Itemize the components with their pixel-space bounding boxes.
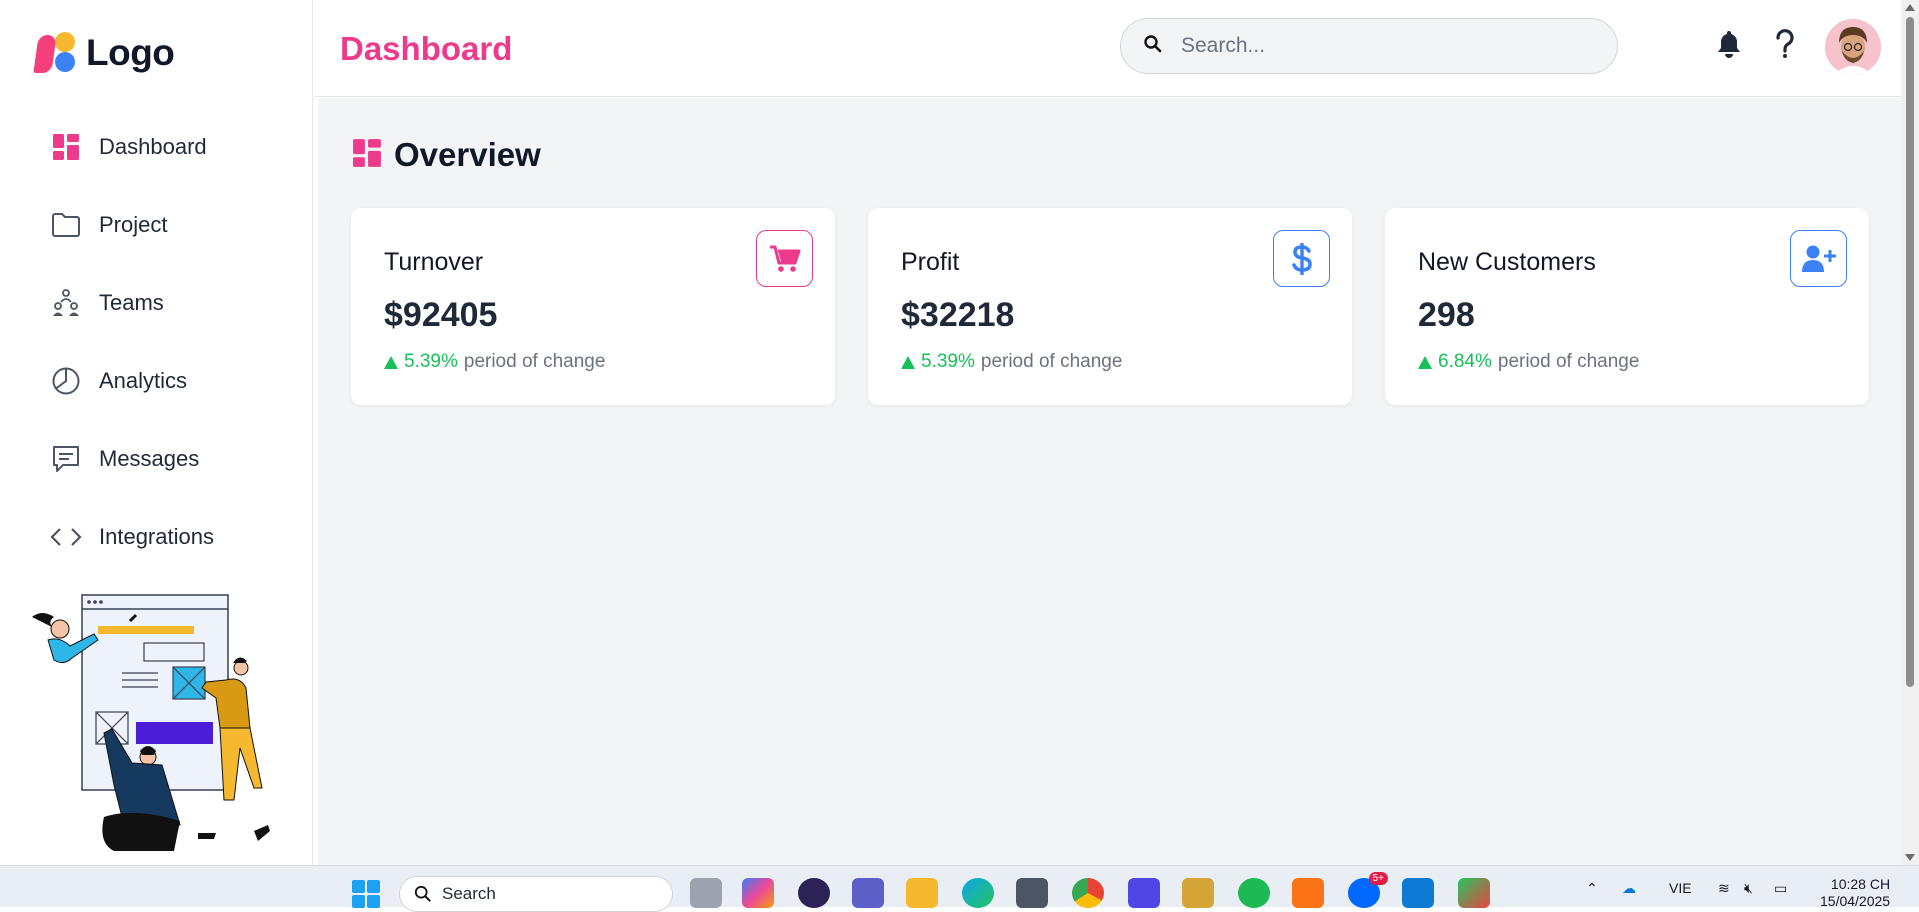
clock-time: 10:28 CH <box>1830 876 1891 892</box>
sidebar-item-teams[interactable]: Teams <box>0 264 312 342</box>
search-icon <box>414 885 431 902</box>
edge-icon[interactable] <box>962 878 994 908</box>
stats-cards: Turnover $92405 5.39% period of change P… <box>351 208 1869 405</box>
card-value: 298 <box>1418 296 1475 334</box>
zalo-badge: 5+ <box>1368 872 1388 885</box>
sidebar-item-dashboard[interactable]: Dashboard <box>0 108 312 186</box>
change-label: period of change <box>1497 351 1640 372</box>
language-indicator[interactable]: VIE <box>1669 880 1692 896</box>
sidebar-item-label: Integrations <box>99 524 214 549</box>
change-percent: 5.39% <box>384 351 458 373</box>
sidebar-item-integrations[interactable]: Integrations <box>0 498 312 576</box>
cloudflare-icon[interactable] <box>1292 878 1324 908</box>
sidebar-item-analytics[interactable]: Analytics <box>0 342 312 420</box>
teams-app-icon[interactable] <box>852 878 884 908</box>
message-icon <box>50 443 82 475</box>
copilot-icon[interactable] <box>742 878 774 908</box>
git-tool-icon[interactable] <box>1458 878 1490 908</box>
change-percent: 5.39% <box>901 351 975 373</box>
sidebar-item-label: Analytics <box>99 368 188 393</box>
dashboard-grid-icon <box>50 131 82 163</box>
zalo-icon[interactable]: 5+ <box>1348 872 1388 908</box>
card-value: $92405 <box>384 296 498 334</box>
windows-start-icon[interactable] <box>352 880 380 908</box>
main-content: Overview Turnover $92405 5.39% period of… <box>318 98 1901 865</box>
section-title: Overview <box>394 136 541 173</box>
sidebar-item-label: Project <box>99 212 168 237</box>
notification-bell-icon[interactable] <box>1712 27 1746 61</box>
sidebar-nav: Dashboard Project Teams Analytics Messag… <box>0 108 312 576</box>
task-view-icon[interactable] <box>690 878 722 908</box>
pie-chart-icon <box>50 365 82 397</box>
card-value: $32218 <box>901 296 1015 334</box>
file-explorer-icon[interactable] <box>906 878 938 908</box>
logo-text: Logo <box>86 32 175 73</box>
folder-icon <box>50 209 82 241</box>
sidebar-item-label: Teams <box>99 290 164 315</box>
turnover-card: Turnover $92405 5.39% period of change <box>351 208 835 405</box>
sidebar-item-messages[interactable]: Messages <box>0 420 312 498</box>
vertical-scrollbar[interactable] <box>1901 0 1919 865</box>
teams-icon <box>50 287 82 319</box>
logo[interactable]: Logo <box>33 30 175 76</box>
search-input[interactable] <box>1181 34 1581 58</box>
chevron-up-icon[interactable]: ⌃ <box>1586 880 1598 897</box>
scroll-down-arrow-icon[interactable] <box>1905 854 1915 861</box>
card-change: 6.84% period of change <box>1418 351 1639 373</box>
system-clock[interactable]: 10:28 CH 15/04/2025 <box>1820 876 1890 910</box>
dashboard-grid-icon <box>352 138 382 173</box>
unity-icon[interactable] <box>1016 878 1048 908</box>
code-brackets-icon <box>50 521 82 553</box>
sidebar-item-label: Dashboard <box>99 134 207 159</box>
card-change: 5.39% period of change <box>384 351 605 373</box>
sidebar-item-label: Messages <box>99 446 200 471</box>
os-taskbar: Search 5+ ⌃ ☁ VIE ≋ 🔇︎ ▭ 10:28 CH 15/04/… <box>0 865 1919 912</box>
card-title: Profit <box>901 248 960 276</box>
card-title: Turnover <box>384 248 484 276</box>
eclipse-icon[interactable] <box>798 878 830 908</box>
wifi-icon[interactable]: ≋ <box>1718 880 1730 897</box>
vscode-icon[interactable] <box>1402 878 1434 908</box>
clock-date: 15/04/2025 <box>1820 893 1891 909</box>
top-header: Dashboard <box>314 0 1901 97</box>
search-bar[interactable] <box>1120 18 1618 74</box>
battery-icon[interactable]: ▭ <box>1774 880 1787 897</box>
card-change: 5.39% period of change <box>901 351 1122 373</box>
user-plus-icon[interactable] <box>1790 230 1847 287</box>
help-icon[interactable] <box>1768 27 1802 61</box>
scrollbar-thumb[interactable] <box>1906 17 1914 687</box>
logo-mark-icon <box>33 30 80 76</box>
chrome-icon[interactable] <box>1072 878 1104 908</box>
profit-card: Profit $32218 5.39% period of change <box>868 208 1352 405</box>
page-title: Dashboard <box>340 30 513 67</box>
search-icon <box>1143 34 1163 59</box>
sidebar: Logo Dashboard Project Teams Analytics M… <box>0 0 313 865</box>
scroll-up-arrow-icon[interactable] <box>1905 4 1915 11</box>
sidebar-item-project[interactable]: Project <box>0 186 312 264</box>
change-percent: 6.84% <box>1418 351 1492 373</box>
taskbar-search-label: Search <box>442 884 496 903</box>
user-avatar[interactable] <box>1825 19 1881 75</box>
change-label: period of change <box>980 351 1123 372</box>
volume-muted-icon[interactable]: 🔇︎ <box>1744 880 1753 897</box>
change-label: period of change <box>463 351 606 372</box>
new-customers-card: New Customers 298 6.84% period of change <box>1385 208 1869 405</box>
dollar-icon[interactable] <box>1273 230 1330 287</box>
onedrive-icon[interactable]: ☁ <box>1622 880 1636 897</box>
team-illustration <box>28 585 288 865</box>
overview-heading: Overview <box>352 136 541 174</box>
league-client-icon[interactable] <box>1182 878 1214 908</box>
markdown-editor-icon[interactable] <box>1128 878 1160 908</box>
spotify-icon[interactable] <box>1238 878 1270 908</box>
cart-icon[interactable] <box>756 230 813 287</box>
card-title: New Customers <box>1418 248 1596 276</box>
